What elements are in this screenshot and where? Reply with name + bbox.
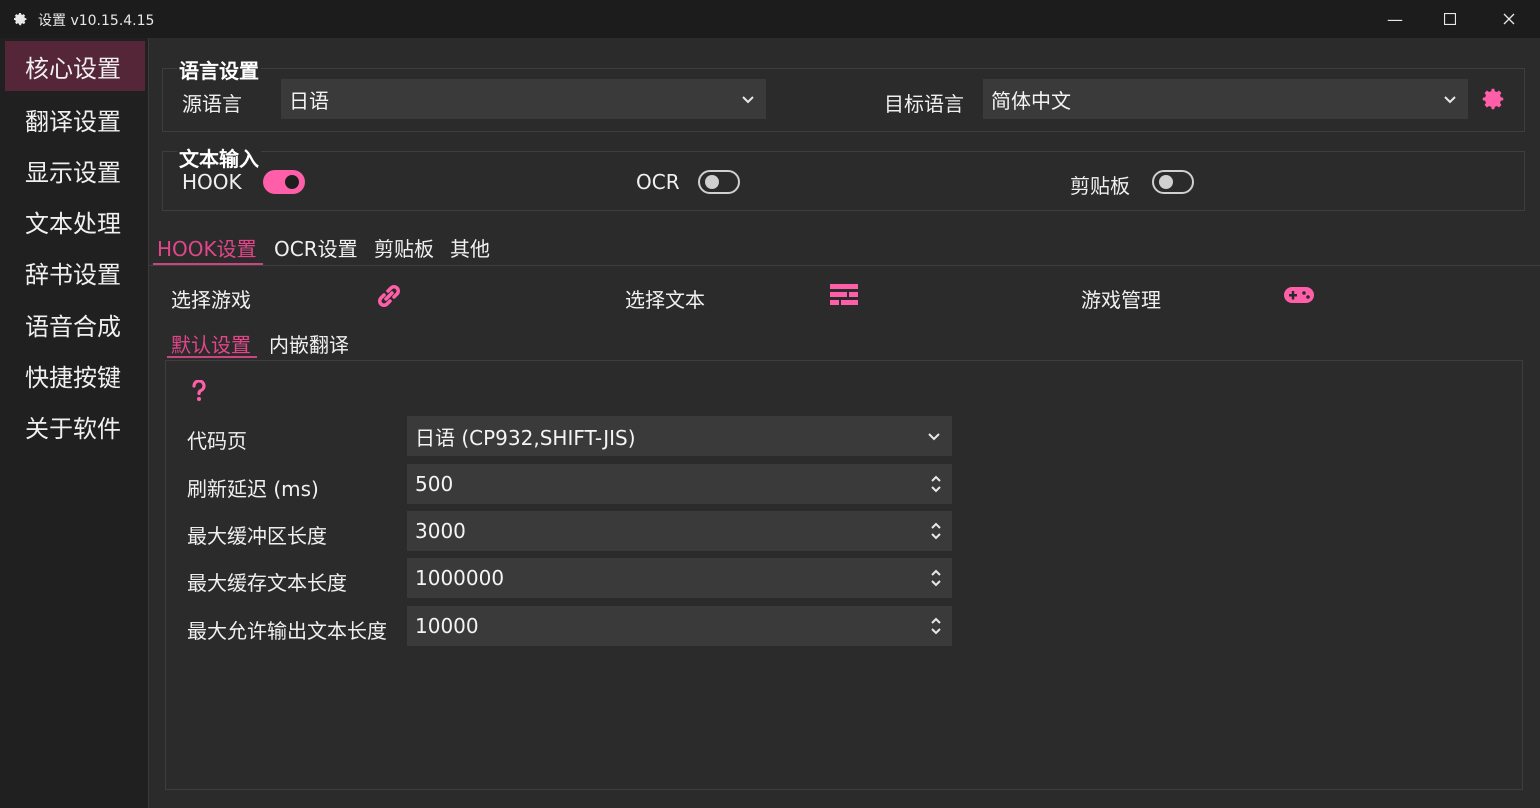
language-group-title: 语言设置	[177, 55, 261, 84]
chevron-down-icon	[1444, 96, 1456, 104]
max-cache-value: 1000000	[415, 566, 505, 590]
max-cache-spinbox[interactable]: 1000000	[407, 558, 952, 598]
sidebar-item-label: 快捷按键	[25, 363, 121, 392]
close-button[interactable]	[1480, 0, 1538, 38]
ocr-toggle[interactable]	[698, 170, 740, 194]
minimize-button[interactable]: —	[1366, 0, 1424, 38]
subtab-embedded-translation[interactable]: 内嵌翻译	[269, 329, 349, 358]
gamepad-icon[interactable]	[1283, 284, 1315, 306]
hook-toggle[interactable]	[263, 170, 305, 194]
sidebar-item-label: 语音合成	[25, 312, 121, 341]
target-language-select[interactable]: 简体中文	[983, 79, 1468, 119]
clipboard-label: 剪贴板	[1070, 174, 1130, 198]
max-buffer-value: 3000	[415, 519, 466, 543]
codepage-select[interactable]: 日语 (CP932,SHIFT-JIS)	[407, 416, 952, 456]
close-icon	[1503, 13, 1515, 25]
source-language-select[interactable]: 日语	[281, 79, 766, 119]
sidebar-item-translate[interactable]: 翻译设置	[5, 94, 145, 144]
subtab-default-settings[interactable]: 默认设置	[171, 329, 251, 358]
spin-arrows-icon[interactable]	[930, 616, 942, 636]
maximize-icon	[1444, 13, 1456, 25]
title-bar: 设置 v10.15.4.15 —	[0, 0, 1540, 38]
refresh-delay-label: 刷新延迟 (ms)	[187, 477, 319, 501]
text-input-group-title: 文本输入	[177, 143, 261, 172]
codepage-label: 代码页	[187, 429, 247, 453]
max-buffer-label: 最大缓冲区长度	[187, 524, 327, 548]
toggle-knob	[285, 175, 299, 189]
select-game-label: 选择游戏	[171, 288, 251, 312]
sidebar-item-label: 核心设置	[25, 54, 121, 83]
refresh-delay-value: 500	[415, 472, 454, 496]
spin-arrows-icon[interactable]	[930, 521, 942, 541]
max-buffer-spinbox[interactable]: 3000	[407, 511, 952, 551]
spin-arrows-icon[interactable]	[930, 568, 942, 588]
sidebar-item-label: 显示设置	[25, 158, 121, 187]
link-icon[interactable]	[375, 282, 403, 310]
max-output-value: 10000	[415, 614, 479, 638]
tab-hook-settings[interactable]: HOOK设置	[157, 233, 257, 262]
tab-clipboard[interactable]: 剪贴板	[374, 233, 434, 262]
toggle-knob	[705, 175, 719, 189]
toggle-knob	[1159, 175, 1173, 189]
source-language-value: 日语	[289, 88, 329, 113]
text-input-group	[162, 151, 1525, 211]
window-title: 设置 v10.15.4.15	[38, 13, 155, 29]
maximize-button[interactable]	[1421, 0, 1479, 38]
codepage-value: 日语 (CP932,SHIFT-JIS)	[415, 425, 636, 450]
sidebar-item-tts[interactable]: 语音合成	[5, 299, 145, 349]
max-output-label: 最大允许输出文本长度	[187, 619, 387, 643]
target-language-label: 目标语言	[884, 92, 964, 116]
hook-label: HOOK	[182, 170, 242, 194]
main-panel: 语言设置 源语言 日语 目标语言 简体中文 文本输入 HOOK OCR 剪贴板 …	[148, 38, 1540, 808]
sidebar-item-text-processing[interactable]: 文本处理	[5, 196, 145, 246]
game-manage-label: 游戏管理	[1081, 288, 1161, 312]
tab-divider	[149, 265, 1540, 266]
sidebar-item-dictionary[interactable]: 辞书设置	[5, 247, 145, 297]
sidebar-item-display[interactable]: 显示设置	[5, 145, 145, 195]
sidebar: 核心设置 翻译设置 显示设置 文本处理 辞书设置 语音合成 快捷按键 关于软件	[0, 38, 148, 808]
sidebar-item-hotkeys[interactable]: 快捷按键	[5, 350, 145, 400]
max-cache-label: 最大缓存文本长度	[187, 571, 347, 595]
sidebar-item-core[interactable]: 核心设置	[5, 41, 145, 91]
target-language-value: 简体中文	[991, 88, 1071, 113]
sidebar-item-label: 关于软件	[25, 414, 121, 443]
question-icon[interactable]	[191, 380, 207, 402]
clipboard-toggle[interactable]	[1152, 170, 1194, 194]
sidebar-item-about[interactable]: 关于软件	[5, 401, 145, 451]
list-icon[interactable]	[829, 283, 859, 307]
ocr-label: OCR	[636, 170, 680, 194]
gear-icon	[14, 13, 27, 26]
sidebar-item-label: 翻译设置	[25, 107, 121, 136]
tab-other[interactable]: 其他	[450, 233, 490, 262]
source-language-label: 源语言	[182, 92, 242, 116]
select-text-label: 选择文本	[625, 288, 705, 312]
gear-icon[interactable]	[1480, 86, 1506, 112]
active-subtab-indicator	[167, 356, 257, 358]
spin-arrows-icon[interactable]	[930, 474, 942, 494]
tab-ocr-settings[interactable]: OCR设置	[274, 233, 358, 262]
chevron-down-icon	[742, 96, 754, 104]
refresh-delay-spinbox[interactable]: 500	[407, 464, 952, 504]
sidebar-item-label: 文本处理	[25, 209, 121, 238]
sidebar-item-label: 辞书设置	[25, 260, 121, 289]
chevron-down-icon	[928, 433, 940, 441]
max-output-spinbox[interactable]: 10000	[407, 606, 952, 646]
